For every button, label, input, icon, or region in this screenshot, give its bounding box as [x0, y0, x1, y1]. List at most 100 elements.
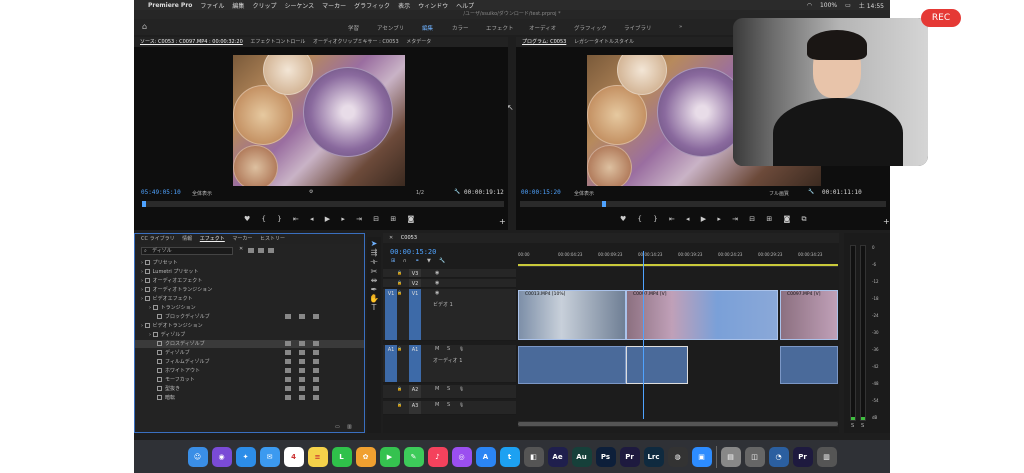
- program-add-button-icon[interactable]: +: [883, 217, 890, 226]
- workspace-tab-learn[interactable]: 学習: [348, 24, 359, 32]
- tab-sequence[interactable]: C0053: [401, 235, 417, 241]
- effects-tree-item[interactable]: › プリセット: [135, 259, 364, 267]
- tab-info[interactable]: 情報: [182, 236, 192, 242]
- track-select-tool-icon[interactable]: ⇶: [367, 248, 381, 257]
- source-playhead[interactable]: [142, 201, 146, 207]
- go-to-in-icon[interactable]: ⇤: [293, 215, 299, 223]
- effects-tree-item[interactable]: › ビデオトランジション: [135, 322, 364, 330]
- dock-photos-icon[interactable]: ✿: [355, 446, 376, 467]
- add-marker-icon[interactable]: ▼: [427, 258, 431, 264]
- tab-effect-controls[interactable]: エフェクトコントロール: [250, 39, 305, 45]
- timeline-timecode[interactable]: 00:00:15:20: [390, 248, 436, 256]
- accelerated-filter-icon[interactable]: [248, 248, 254, 253]
- wrench-icon[interactable]: 🔧: [454, 189, 460, 195]
- program-fit-dropdown[interactable]: 全体表示: [574, 190, 594, 197]
- dock-facetime-icon[interactable]: ▶: [379, 446, 400, 467]
- tab-program[interactable]: プログラム: C0053: [522, 39, 566, 45]
- workspace-tab-libraries[interactable]: ライブラリ: [624, 24, 652, 32]
- tab-source[interactable]: ソース: C0053 : C0097.MP4 : 00:00:32:20: [140, 39, 243, 45]
- go-to-out-icon[interactable]: ⇥: [732, 215, 738, 223]
- clear-search-icon[interactable]: ✕: [239, 246, 243, 252]
- selection-tool-icon[interactable]: ➤: [367, 239, 381, 248]
- effects-tree-item[interactable]: ディゾルブ: [135, 349, 364, 357]
- lock-icon[interactable]: 🔒: [397, 386, 402, 391]
- timeline-scrollbar[interactable]: [518, 421, 838, 427]
- dock-zoom-icon[interactable]: ▣: [691, 446, 712, 467]
- track-header[interactable]: A1 A1 🔒 M S 🎙 オーディオ 1: [383, 345, 516, 383]
- compare-icon[interactable]: ⧉: [802, 215, 807, 224]
- workspace-tab-graphics[interactable]: グラフィック: [574, 24, 607, 32]
- lock-icon[interactable]: 🔒: [397, 346, 402, 351]
- source-scrubber[interactable]: [142, 201, 504, 207]
- dock-activity-icon[interactable]: ◔: [768, 446, 789, 467]
- dock-siri-icon[interactable]: ◉: [211, 446, 232, 467]
- workspace-tab-audio[interactable]: オーディオ: [529, 24, 556, 32]
- step-forward-icon[interactable]: ▸: [717, 215, 721, 223]
- battery-icon[interactable]: ▭: [845, 2, 851, 9]
- dock-podcasts-icon[interactable]: ◎: [451, 446, 472, 467]
- extract-icon[interactable]: ⊞: [766, 215, 772, 223]
- timeline-playhead[interactable]: [643, 251, 644, 419]
- ripple-edit-tool-icon[interactable]: ⟛: [367, 257, 381, 267]
- nest-icon[interactable]: ⊞: [391, 258, 395, 264]
- effects-search-input[interactable]: ⌕ ディゾル: [141, 247, 233, 255]
- program-wrench-icon[interactable]: 🔧: [808, 189, 814, 195]
- video-clip[interactable]: C0097.MP4 [V]: [780, 290, 838, 340]
- toggle-output-icon[interactable]: ◉: [435, 270, 439, 276]
- solo-icon[interactable]: S: [447, 386, 450, 392]
- dock-finder-icon[interactable]: ☺: [187, 446, 208, 467]
- dock-davinci-icon[interactable]: ◍: [667, 446, 688, 467]
- source-patch[interactable]: V1: [385, 289, 397, 340]
- mark-out-icon[interactable]: }: [277, 215, 281, 223]
- workspace-tab-color[interactable]: カラー: [452, 24, 469, 32]
- workspace-tab-edit[interactable]: 編集: [422, 24, 433, 32]
- program-quality-dropdown[interactable]: フル画質: [769, 190, 789, 197]
- tab-metadata[interactable]: メタデータ: [406, 39, 431, 45]
- track-target-toggle[interactable]: A3: [409, 401, 421, 414]
- mark-out-icon[interactable]: }: [653, 215, 657, 223]
- tab-markers[interactable]: マーカー: [232, 236, 252, 242]
- step-back-icon[interactable]: ◂: [686, 215, 690, 223]
- track-target-toggle[interactable]: V2: [409, 279, 421, 287]
- dock-appstore-icon[interactable]: A: [475, 446, 496, 467]
- workspace-tab-effects[interactable]: エフェクト: [486, 24, 514, 32]
- home-icon[interactable]: ⌂: [142, 23, 150, 31]
- wifi-icon[interactable]: ◠: [807, 2, 812, 9]
- solo-right-button[interactable]: S: [861, 423, 864, 429]
- dock-screenshot-icon[interactable]: ◧: [523, 446, 544, 467]
- timeline-settings-icon[interactable]: 🔧: [439, 258, 445, 264]
- track-target-toggle[interactable]: A1: [409, 345, 421, 382]
- dock-safari-icon[interactable]: ✦: [235, 446, 256, 467]
- source-add-button-icon[interactable]: +: [499, 217, 506, 226]
- overwrite-icon[interactable]: ⊞: [390, 215, 396, 223]
- audio-clip[interactable]: [626, 346, 688, 384]
- tab-legacy-title-styles[interactable]: レガシータイトルスタイル: [574, 39, 634, 45]
- track-target-toggle[interactable]: A2: [409, 385, 421, 398]
- program-timecode-in[interactable]: 00:00:15:20: [521, 189, 561, 196]
- menu-sequence[interactable]: シーケンス: [284, 1, 314, 10]
- step-forward-icon[interactable]: ▸: [341, 215, 345, 223]
- source-ratio-dropdown[interactable]: 1/2: [416, 190, 424, 196]
- program-scrubber[interactable]: [520, 201, 886, 207]
- linked-selection-icon[interactable]: ⚭: [415, 258, 419, 264]
- tab-audio-clip-mixer[interactable]: オーディオクリップミキサー : C0053: [313, 39, 399, 45]
- effects-tree-item[interactable]: › ディゾルブ: [135, 331, 364, 339]
- effects-tree-item[interactable]: モーフカット: [135, 376, 364, 384]
- dock-premiere-doc-icon[interactable]: Pr: [792, 446, 813, 467]
- play-icon[interactable]: ▶: [325, 215, 330, 223]
- solo-icon[interactable]: S: [447, 346, 450, 352]
- menu-graphics[interactable]: グラフィック: [354, 1, 390, 10]
- voiceover-icon[interactable]: 🎙: [459, 386, 464, 391]
- new-bin-icon[interactable]: ▭: [335, 424, 340, 430]
- workspace-tab-assembly[interactable]: アセンブリ: [377, 24, 404, 32]
- effects-tree-item[interactable]: › トランジション: [135, 304, 364, 312]
- menu-marker[interactable]: マーカー: [322, 1, 346, 10]
- settings-wrench-icon[interactable]: ⚙: [309, 189, 313, 195]
- video-clip[interactable]: C0013.MP4 [10%]: [518, 290, 626, 340]
- marker-icon[interactable]: ♥: [244, 215, 250, 223]
- lock-icon[interactable]: 🔒: [397, 280, 402, 285]
- battery-text[interactable]: 100%: [820, 2, 837, 9]
- delete-icon[interactable]: ▥: [347, 424, 352, 430]
- step-back-icon[interactable]: ◂: [310, 215, 314, 223]
- source-video-frame[interactable]: [233, 55, 405, 186]
